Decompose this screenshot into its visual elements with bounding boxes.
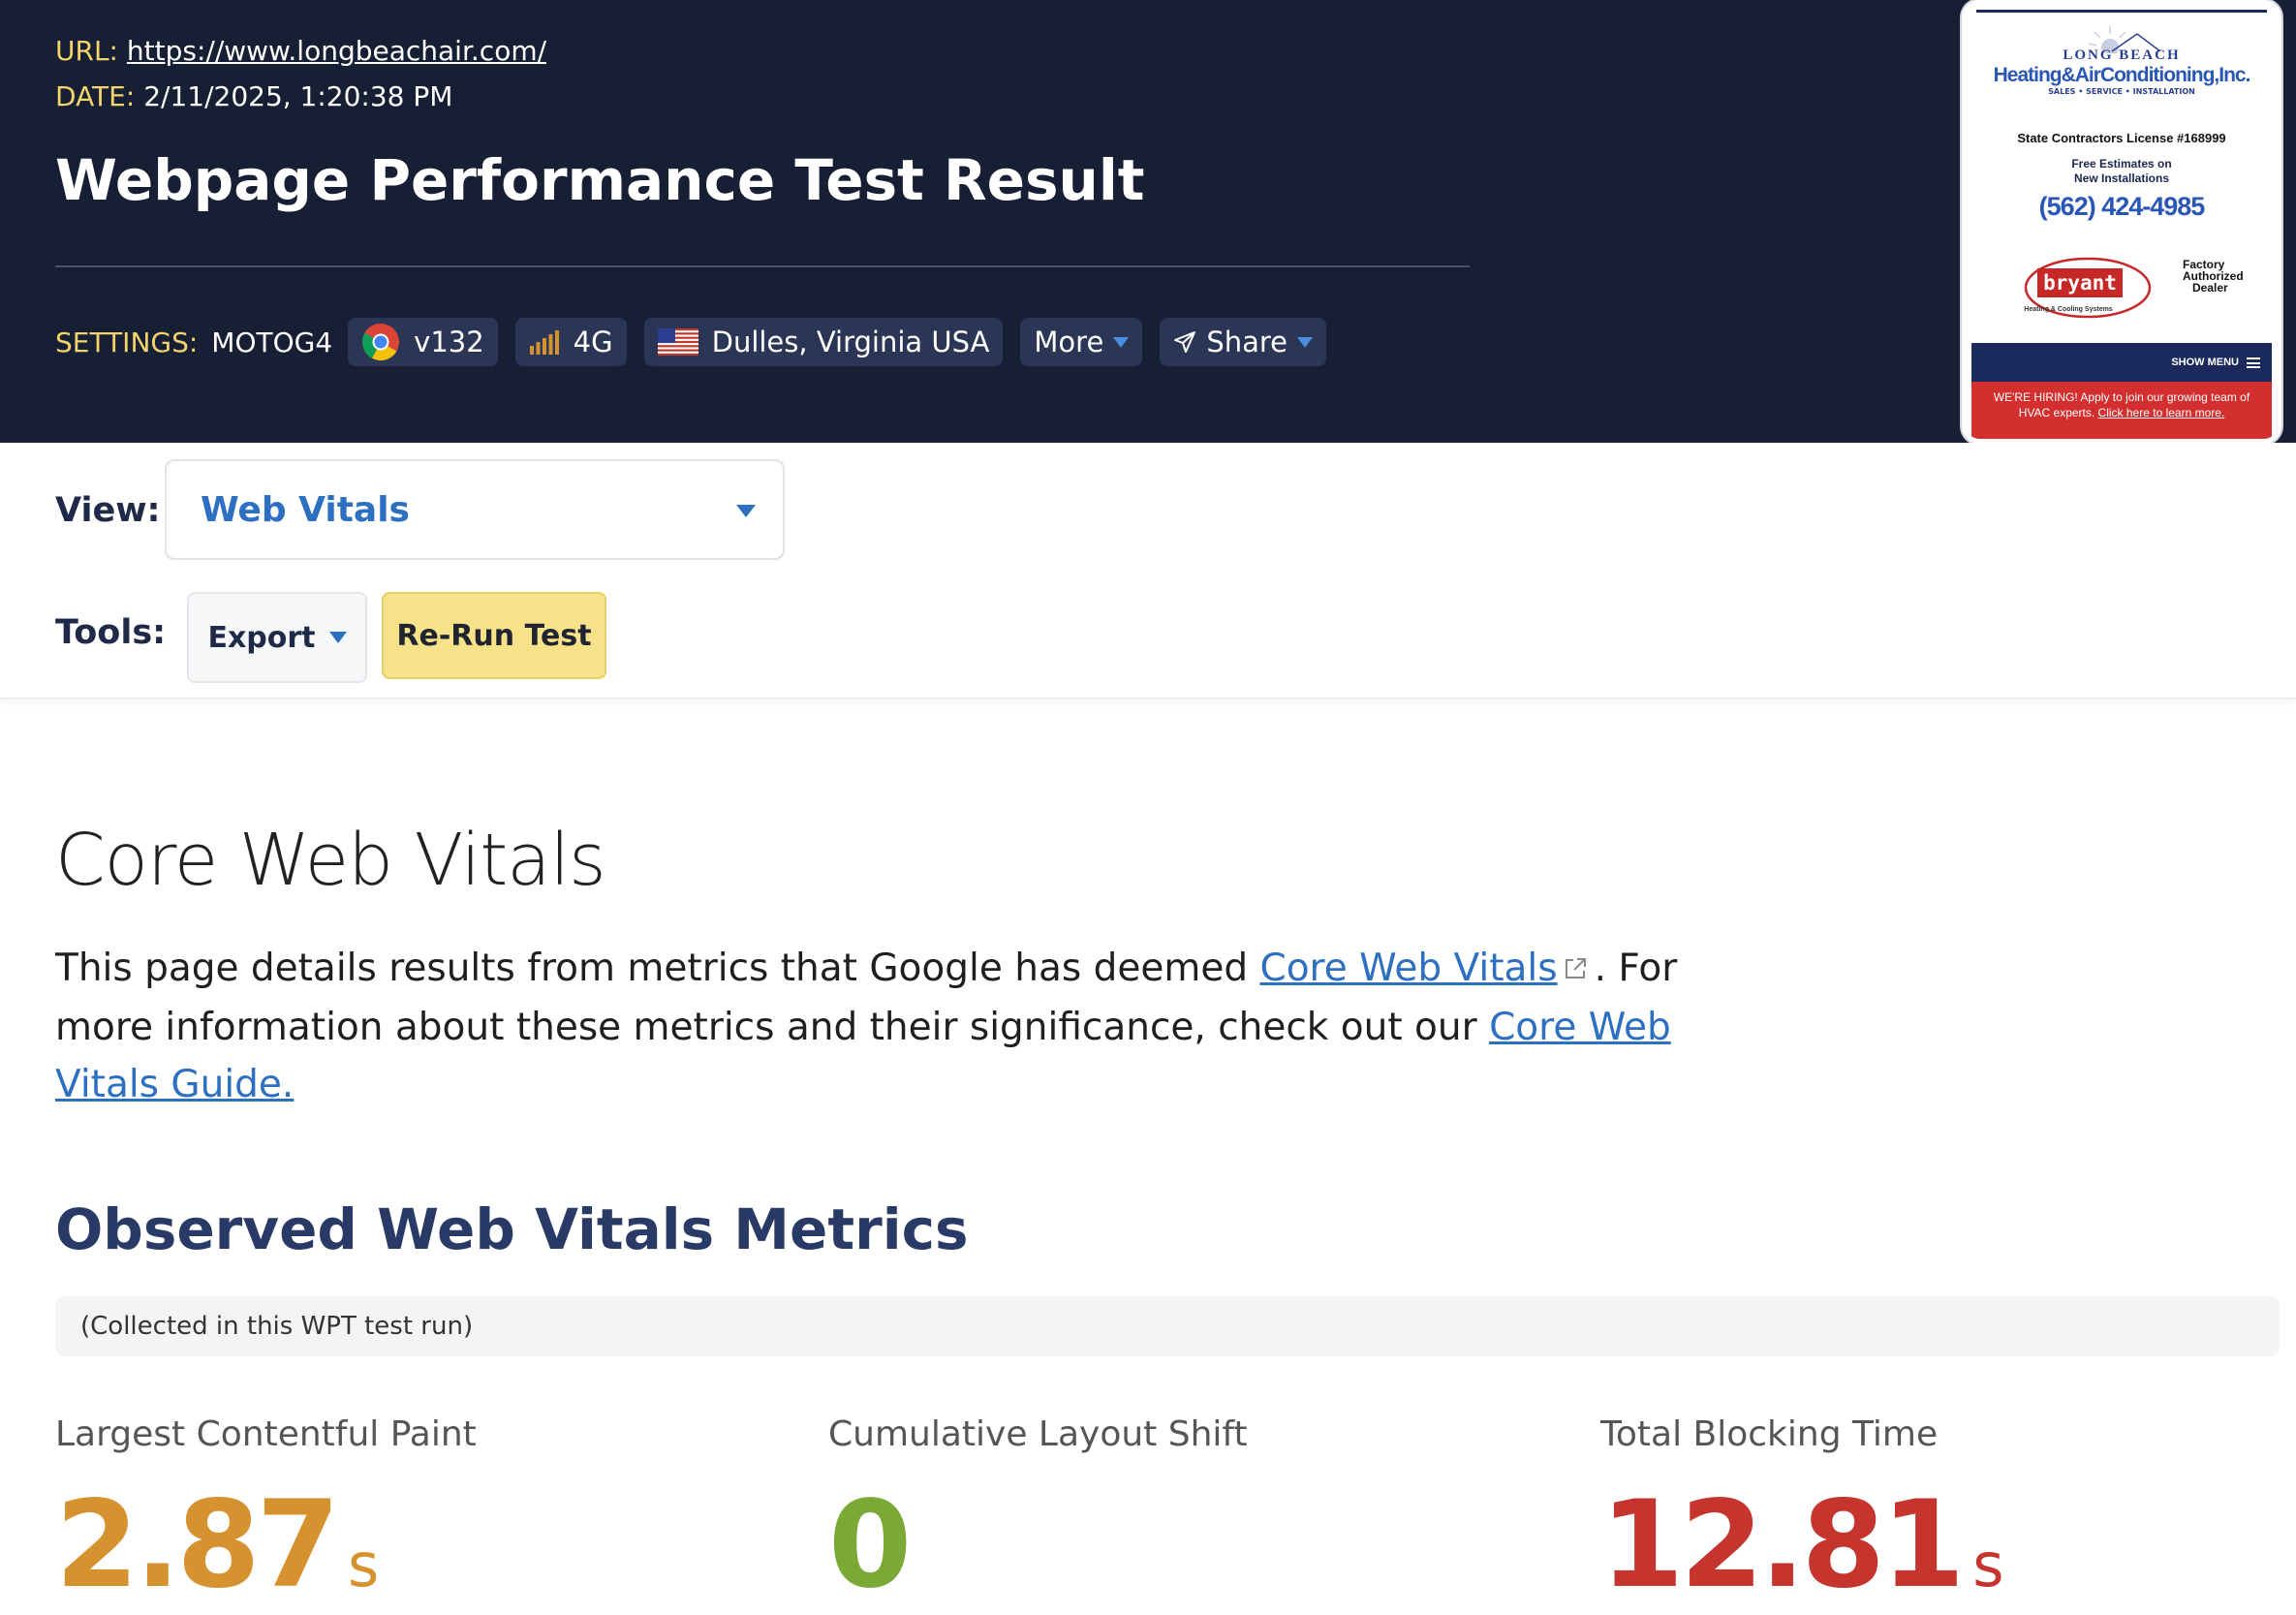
export-label: Export [207,620,316,655]
metric-lcp-label: Largest Contentful Paint [55,1414,477,1454]
rerun-test-button[interactable]: Re-Run Test [382,592,606,679]
metric-lcp-value: 2.87 s [55,1475,477,1615]
settings-label: SETTINGS: [55,326,199,358]
metric-cls-label: Cumulative Layout Shift [828,1414,1248,1454]
test-date-line: DATE: 2/11/2025, 1:20:38 PM [55,80,452,112]
core-web-vitals-description: This page details results from metrics t… [55,940,1741,1113]
url-key: URL: [55,35,118,67]
header-divider [55,265,1470,267]
view-select[interactable]: Web Vitals [165,459,785,560]
connection-chip: 4G [514,318,627,366]
collected-note: (Collected in this WPT test run) [55,1296,2280,1356]
us-flag-icon [657,328,698,356]
view-selected-value: Web Vitals [201,490,410,530]
date-key: DATE: [55,80,136,112]
more-dropdown[interactable]: More [1020,318,1143,366]
free-line-1: Free Estimates on [2071,157,2172,171]
core-web-vitals-heading: Core Web Vitals [55,819,606,902]
metric-lcp: Largest Contentful Paint 2.87 s [55,1414,477,1615]
metric-tbt-unit: s [1972,1530,2004,1600]
metric-cls: Cumulative Layout Shift 0 [828,1414,1248,1615]
settings-row: SETTINGS: MOTOG4 v132 4G Dulles, Virgini… [55,318,1344,366]
more-label: More [1034,326,1104,358]
bryant-wordmark: bryant [2043,271,2117,295]
logo-line-3: SALES • SERVICE • INSTALLATION [2048,87,2195,96]
more-caret-icon [1113,336,1130,348]
core-web-vitals-link[interactable]: Core Web Vitals [1259,947,1557,990]
view-caret-icon [736,505,756,517]
browser-chip: v132 [348,318,498,366]
metric-cls-value: 0 [828,1475,1248,1615]
metric-lcp-unit: s [347,1530,380,1600]
metric-tbt: Total Blocking Time 12.81 s [1600,1414,2004,1615]
metric-tbt-value: 12.81 s [1600,1475,2004,1615]
metric-lcp-number: 2.87 [55,1475,340,1615]
observed-metrics-heading: Observed Web Vitals Metrics [55,1196,969,1262]
hiring-banner: WE'RE HIRING! Apply to join our growing … [1971,382,2272,439]
bryant-logo: bryant Heating & Cooling Systems Factory… [2020,247,2244,325]
tools-label: Tools: [55,613,167,652]
svg-text:Dealer: Dealer [2192,281,2228,295]
free-estimates-text: Free Estimates on New Installations [1967,157,2277,186]
browser-version: v132 [414,326,484,358]
external-link-icon [1562,942,1589,999]
location-chip: Dulles, Virginia USA [643,318,1004,366]
test-date: 2/11/2025, 1:20:38 PM [143,80,453,112]
view-label: View: [55,491,161,530]
hamburger-icon [2247,357,2260,368]
test-location: Dulles, Virginia USA [711,326,990,358]
chrome-icon [361,323,400,361]
thumbnail-top-bar [1976,10,2267,13]
show-menu-label: SHOW MENU [2171,357,2239,368]
export-button[interactable]: Export [187,592,367,683]
page-screenshot-thumbnail[interactable]: LONG BEACH Heating&AirConditioning,Inc. … [1962,0,2281,444]
send-icon [1173,330,1196,354]
thumbnail-menu-bar: SHOW MENU [1971,343,2272,382]
page-title: Webpage Performance Test Result [55,147,1145,213]
phone-number: (562) 424-4985 [2038,192,2206,221]
free-line-2: New Installations [2073,171,2170,185]
hiring-link: Click here to learn more. [2097,406,2225,419]
license-text: State Contractors License #168999 [2017,131,2226,145]
company-logo: LONG BEACH Heating&AirConditioning,Inc. … [1967,24,2277,96]
settings-device: MOTOG4 [211,326,333,358]
view-tools-bar: View: Web Vitals Tools: Export Re-Run Te… [0,443,2296,699]
logo-line-1: LONG BEACH [2063,47,2181,63]
metric-tbt-number: 12.81 [1600,1475,1965,1615]
signal-bars-icon [529,328,560,356]
share-caret-icon [1297,336,1313,348]
test-url-link[interactable]: https://www.longbeachair.com/ [127,35,546,67]
logo-line-2: Heating&AirConditioning,Inc. [1993,64,2251,86]
test-url-line: URL: https://www.longbeachair.com/ [55,35,546,67]
metric-tbt-label: Total Blocking Time [1600,1414,1939,1454]
desc-part-1: This page details results from metrics t… [55,947,1260,990]
results-header: URL: https://www.longbeachair.com/ DATE:… [0,0,2296,444]
metric-cls-number: 0 [828,1475,912,1615]
share-dropdown[interactable]: Share [1160,318,1326,366]
connection-type: 4G [573,326,613,358]
export-caret-icon [328,632,347,643]
bryant-subtitle: Heating & Cooling Systems [2024,306,2113,313]
share-label: Share [1206,326,1288,358]
